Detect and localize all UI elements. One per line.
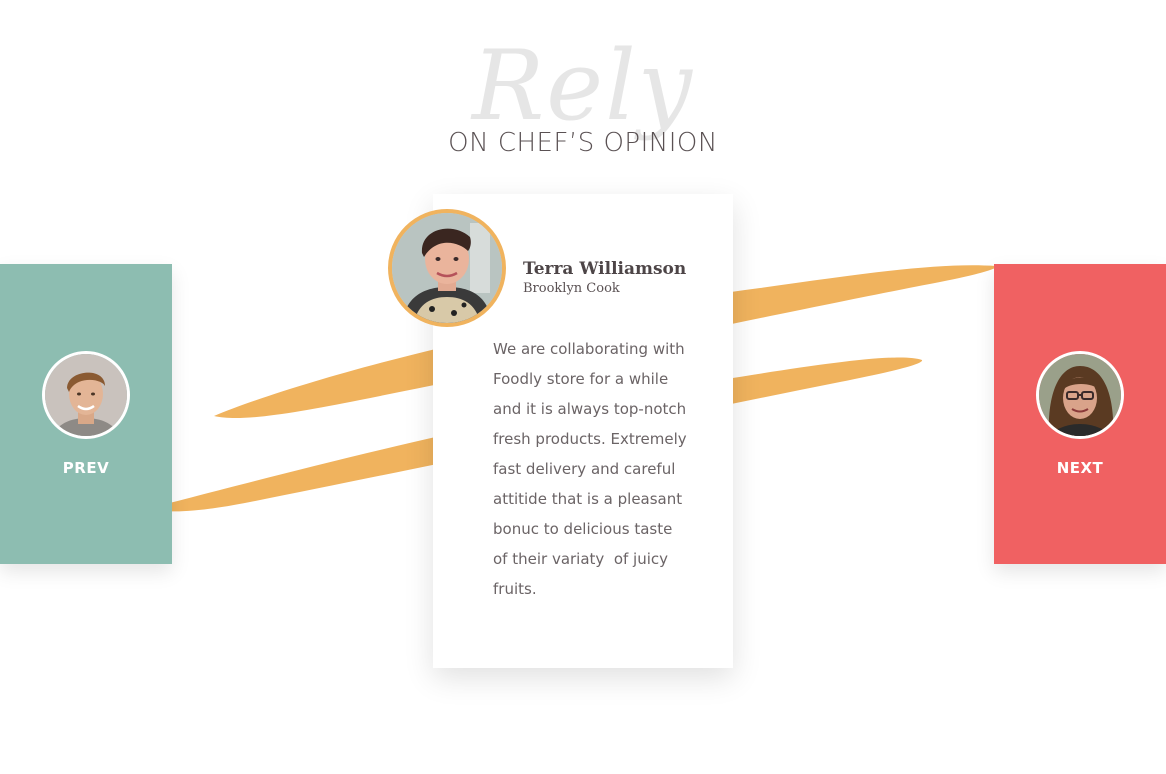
man-avatar-icon (42, 351, 130, 439)
testimonials-section: Rely ON CHEF’S OPINION PREV NEXT Terra W… (0, 0, 1166, 774)
testimonial-name: Terra Williamson (523, 259, 687, 279)
prev-label: PREV (62, 459, 110, 477)
woman-short-hair-avatar-icon (388, 209, 506, 327)
next-testimonial-button[interactable]: NEXT (994, 264, 1166, 564)
testimonial-role: Brooklyn Cook (523, 281, 620, 296)
prev-testimonial-button[interactable]: PREV (0, 264, 172, 564)
quote-line: of their variaty of juicy (493, 550, 669, 568)
quote-line: attitide that is a pleasant (493, 490, 683, 508)
woman-glasses-avatar-icon (1036, 351, 1124, 439)
quote-line: fast delivery and careful (493, 460, 676, 478)
quote-line: fruits. (493, 580, 537, 598)
section-title: ON CHEF’S OPINION (448, 128, 718, 158)
script-title: Rely (471, 30, 695, 142)
next-label: NEXT (1056, 459, 1104, 477)
quote-line: We are collaborating with (493, 340, 685, 358)
testimonial-quote: We are collaborating with Foodly store f… (493, 334, 693, 604)
quote-line: Foodly store for a while (493, 370, 669, 388)
quote-line: and it is always top-notch (493, 400, 687, 418)
quote-line: fresh products. Extremely (493, 430, 687, 448)
quote-line: bonuc to delicious taste (493, 520, 673, 538)
